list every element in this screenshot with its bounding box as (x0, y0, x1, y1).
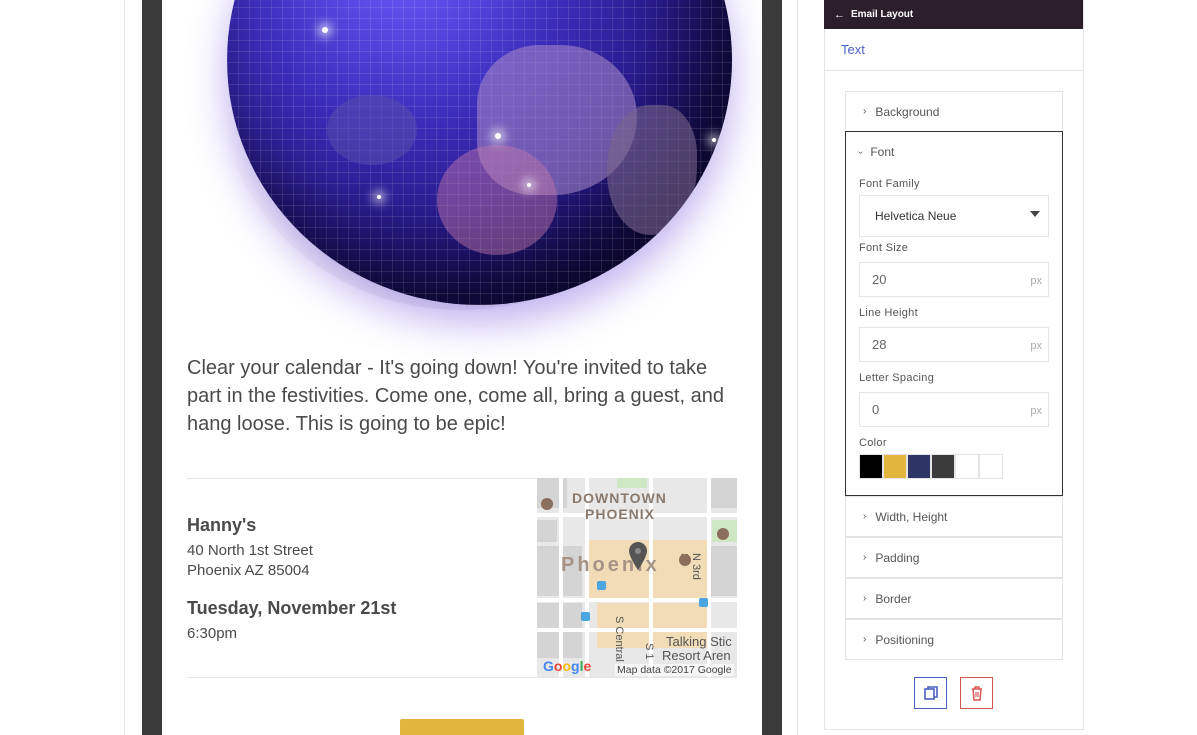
line-height-label: Line Height (859, 307, 918, 319)
event-date: Tuesday, November 21st (187, 598, 397, 618)
canvas-border-left (124, 0, 125, 735)
sparkle (322, 27, 328, 33)
poi-icon (541, 498, 553, 510)
google-letter: o (562, 658, 572, 674)
map-street-central: S Central (613, 616, 625, 662)
font-size-label: Font Size (859, 242, 909, 254)
map-block (537, 520, 557, 542)
google-logo: Google (543, 658, 591, 674)
chevron-down-icon: › (855, 150, 867, 154)
section-label: Font (870, 145, 895, 159)
color-swatches (859, 454, 1003, 479)
map-street (559, 478, 563, 677)
chevron-right-icon: › (863, 106, 867, 117)
unit-label: px (1030, 405, 1042, 417)
color-swatch-gold[interactable] (883, 454, 907, 479)
map-block (617, 478, 647, 488)
sparkle (495, 133, 501, 139)
chevron-right-icon: › (863, 634, 867, 645)
section-positioning[interactable]: › Positioning (845, 619, 1063, 660)
globe-landmass (327, 95, 417, 165)
poi-icon (717, 528, 729, 540)
transit-icon (581, 612, 590, 621)
map-poi-label-2: Resort Aren (662, 648, 731, 663)
cta-button[interactable] (400, 719, 524, 735)
sparkle (527, 183, 531, 187)
color-label: Color (859, 437, 887, 449)
intro-text[interactable]: Clear your calendar - It's going down! Y… (187, 354, 742, 438)
canvas-border-right (797, 0, 798, 735)
map-credit: Map data ©2017 Google (615, 664, 734, 676)
chevron-right-icon: › (863, 593, 867, 604)
color-swatch-charcoal[interactable] (931, 454, 955, 479)
chevron-right-icon: › (863, 511, 867, 522)
font-family-select[interactable]: Helvetica Neue (859, 195, 1049, 237)
sparkle (377, 195, 381, 199)
globe-landmass (437, 145, 557, 255)
font-family-value: Helvetica Neue (875, 209, 957, 223)
map-pin-icon (629, 542, 647, 570)
letter-spacing-input[interactable]: 0 px (859, 392, 1049, 427)
duplicate-button[interactable] (914, 677, 947, 709)
event-time: 6:30pm (187, 625, 238, 642)
color-swatch-white-2[interactable] (979, 454, 1003, 479)
font-family-label: Font Family (859, 178, 920, 190)
arrow-left-icon[interactable]: ← (834, 9, 845, 21)
google-letter: G (543, 658, 554, 674)
globe-landmass (607, 105, 697, 235)
chevron-right-icon: › (863, 552, 867, 563)
line-height-input[interactable]: 28 px (859, 327, 1049, 362)
section-background[interactable]: › Background (845, 91, 1063, 132)
map-block (709, 478, 737, 508)
delete-button[interactable] (960, 677, 993, 709)
color-swatch-white[interactable] (955, 454, 979, 479)
letter-spacing-value: 0 (872, 402, 880, 417)
color-swatch-black[interactable] (859, 454, 883, 479)
disco-globe-image[interactable] (227, 0, 732, 305)
section-font: › Font Font Family Helvetica Neue Font S… (845, 131, 1063, 496)
google-letter: e (583, 658, 592, 674)
section-label: Padding (875, 550, 920, 565)
sparkle (712, 138, 716, 142)
section-label: Border (875, 591, 912, 606)
address-line-2: Phoenix AZ 85004 (187, 562, 310, 579)
section-border[interactable]: › Border (845, 578, 1063, 619)
unit-label: px (1030, 340, 1042, 352)
map-block (709, 546, 737, 596)
map-street-s1: S 1 (643, 643, 655, 660)
location-map[interactable]: DOWNTOWN PHOENIX Phoenix N 3rd St S Cent… (537, 478, 737, 677)
map-poi-label-1: Talking Stic (666, 634, 732, 649)
transit-icon (597, 581, 606, 590)
section-label: Background (875, 104, 940, 119)
caret-down-icon (1030, 211, 1040, 217)
map-label-downtown: DOWNTOWN (572, 490, 667, 506)
divider (187, 677, 737, 678)
font-size-input[interactable]: 20 px (859, 262, 1049, 297)
address-line-1: 40 North 1st Street (187, 542, 313, 559)
line-height-value: 28 (872, 337, 887, 352)
transit-icon (699, 598, 708, 607)
unit-label: px (1030, 275, 1042, 287)
element-type-label: Text (825, 29, 1083, 71)
venue-name: Hanny's (187, 515, 257, 535)
map-label-phoenix-upper: PHOENIX (585, 506, 656, 522)
section-label: Width, Height (875, 509, 948, 524)
color-swatch-navy[interactable] (907, 454, 931, 479)
panel-header[interactable]: ← Email Layout (824, 0, 1083, 29)
font-size-value: 20 (872, 272, 887, 287)
email-body: Clear your calendar - It's going down! Y… (162, 0, 762, 735)
panel-title: Email Layout (851, 9, 914, 20)
font-section-header[interactable]: › Font (855, 145, 895, 159)
section-label: Positioning (875, 632, 935, 647)
section-width-height[interactable]: › Width, Height (845, 496, 1063, 537)
section-padding[interactable]: › Padding (845, 537, 1063, 578)
copy-icon (923, 686, 938, 700)
letter-spacing-label: Letter Spacing (859, 372, 935, 384)
trash-icon (971, 686, 982, 701)
poi-icon (679, 554, 691, 566)
google-letter: g (571, 658, 580, 674)
